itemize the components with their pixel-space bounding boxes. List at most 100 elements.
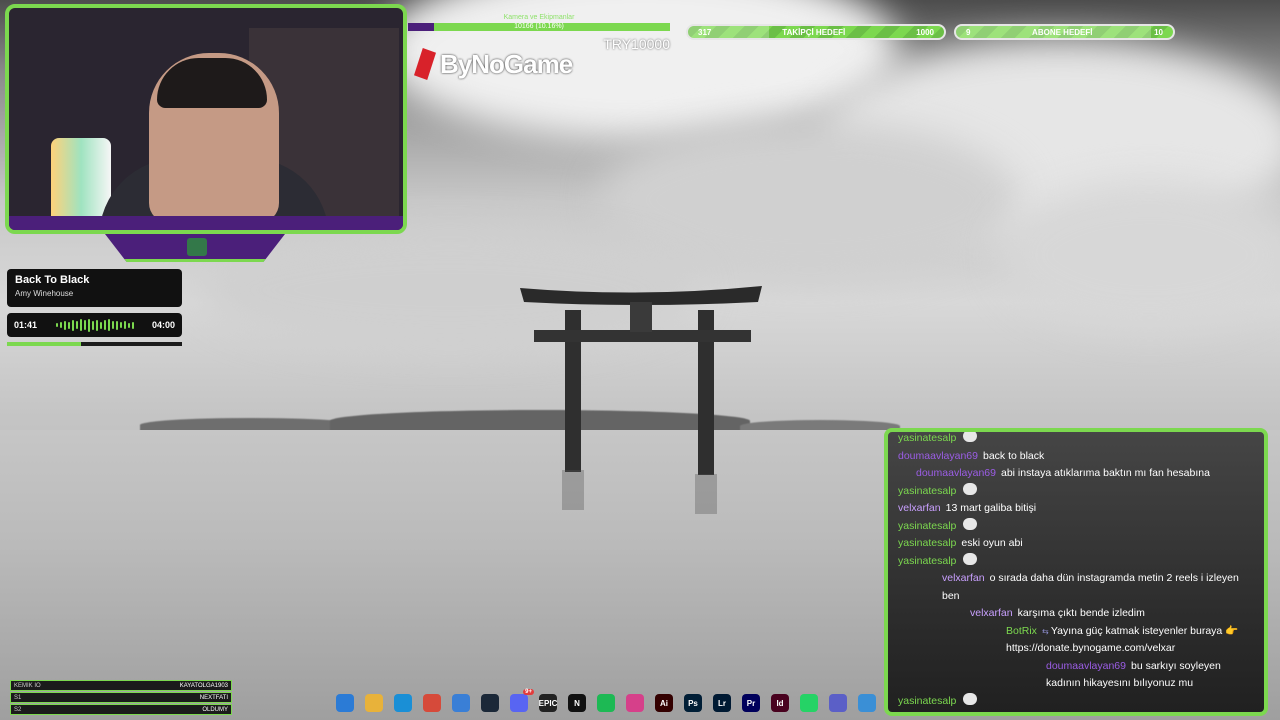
waveform-bar [107, 319, 110, 331]
leaderboard-label: KEMIK IO [14, 682, 41, 689]
chat-messages: yasinatesalp doumaavlayan69 back to black d… [898, 432, 1254, 711]
leaderboard-value: KAYATOLGA1903 [179, 682, 228, 689]
chat-message: doumaavlayan69 back to black [898, 448, 1254, 466]
chat-username[interactable]: yasinatesalp [898, 432, 956, 444]
now-playing-timeline: 01:41 04:00 [7, 313, 182, 337]
chat-emote-icon [963, 692, 978, 705]
file-explorer-icon[interactable] [365, 694, 383, 712]
chat-text: abi instaya atıklarıma baktın mı fan hes… [1000, 467, 1210, 479]
leaderboard-row: S2 OLDUMY [10, 704, 232, 715]
bynogame-logo: ByNoGame [414, 48, 573, 80]
waveform-bar [103, 320, 106, 330]
chat-text: o sırada daha dün instagramda metin 2 re… [942, 572, 1239, 602]
chat-username[interactable]: doumaavlayan69 [898, 450, 978, 462]
waveform-bar [87, 318, 90, 332]
waveform-bar [119, 322, 122, 328]
chat-username[interactable]: velxarfan [970, 607, 1013, 619]
waveform-bar [99, 321, 102, 329]
premiere-icon[interactable]: Pr [742, 694, 760, 712]
chat-message: yasinatesalp [898, 552, 1254, 571]
waveform-bar [83, 320, 86, 330]
chat-username[interactable]: yasinatesalp [898, 555, 956, 567]
kick-logo-icon [187, 238, 207, 256]
leaderboard-label: S2 [14, 706, 22, 713]
netflix-icon[interactable]: N [568, 694, 586, 712]
song-duration: 04:00 [151, 320, 175, 330]
chat-message: doumaavlayan69 abi instaya atıklarıma bak… [898, 465, 1254, 483]
chat-username[interactable]: doumaavlayan69 [1046, 660, 1126, 672]
waveform-bar [71, 319, 74, 331]
chat-emote-icon [963, 432, 978, 442]
bot-badge-icon: ⇆ [1041, 626, 1051, 636]
chat-text: eski oyun abi [961, 537, 1023, 549]
notification-badge: 9+ [523, 689, 534, 695]
leaderboard-row: KEMIK IO KAYATOLGA1903 [10, 680, 232, 691]
subscriber-goal-label: ABONE HEDEFİ [1032, 27, 1093, 37]
chat-username[interactable]: yasinatesalp [898, 520, 956, 532]
taskbar: 9+ EPIC N Ai Ps Lr Pr Id [336, 689, 876, 712]
chat-text: back to black [982, 449, 1045, 462]
chat-username[interactable]: doumaavlayan69 [916, 467, 996, 479]
waveform-bar [111, 321, 114, 329]
donation-goal-amount: TRY10000 [603, 36, 670, 52]
brand-name: ByNoGame [440, 48, 573, 79]
waveform-bar [63, 320, 66, 330]
waveform-bar [91, 320, 94, 330]
leaderboard-value: NEXTFATI [199, 694, 228, 701]
illustrator-icon[interactable]: Ai [655, 694, 673, 712]
chat-username[interactable]: BotRix [1006, 625, 1037, 637]
chrome-icon[interactable] [423, 694, 441, 712]
leaderboard-value: OLDUMY [202, 706, 228, 713]
chat-emote-icon [963, 517, 978, 530]
chat-username[interactable]: yasinatesalp [898, 695, 956, 707]
photoshop-icon[interactable]: Ps [684, 694, 702, 712]
donation-progress-text: 10166 (10.16%) [514, 23, 564, 30]
start-icon[interactable] [336, 694, 354, 712]
chat-message: velxarfan karşıma çıktı bende izledim [898, 605, 1254, 623]
discord-icon[interactable]: 9+ [510, 689, 534, 712]
chat-username[interactable]: yasinatesalp [898, 485, 956, 497]
spotify-icon[interactable] [597, 694, 615, 712]
whatsapp-icon[interactable] [800, 694, 818, 712]
chat-username[interactable]: velxarfan [942, 572, 985, 584]
subscriber-goal-target: 10 [1154, 27, 1163, 37]
chat-message: yasinatesalp eski oyun abi [898, 535, 1254, 553]
song-title: Back To Black [15, 274, 90, 286]
chat-message: yasinatesalp [898, 692, 1254, 711]
steam-icon[interactable] [481, 694, 499, 712]
donation-progress-bar: 10166 (10.16%) [408, 23, 670, 31]
store-icon[interactable] [452, 694, 470, 712]
leaderboard-label: S1 [14, 694, 22, 701]
lightroom-icon[interactable]: Lr [713, 694, 731, 712]
follower-goal-target: 1000 [916, 27, 934, 37]
chat-text: karşıma çıktı bende izledim [1017, 607, 1145, 619]
app-icon[interactable] [858, 694, 876, 712]
waveform-bar [127, 322, 130, 328]
chat-emote-icon [963, 552, 978, 565]
waveform-bar [75, 321, 78, 329]
song-artist: Amy Winehouse [15, 289, 74, 298]
instagram-icon[interactable] [626, 694, 644, 712]
subscriber-goal-current: 9 [966, 27, 971, 37]
song-elapsed: 01:41 [14, 320, 38, 330]
chat-username[interactable]: velxarfan [898, 502, 941, 514]
bynogame-mark-icon [414, 48, 436, 80]
waveform-bar [59, 322, 62, 328]
indesign-icon[interactable]: Id [771, 694, 789, 712]
waveform-bar [67, 321, 70, 329]
leaderboard: KEMIK IO KAYATOLGA1903 S1 NEXTFATI S2 OL… [10, 680, 232, 716]
song-progress-bar [7, 342, 182, 346]
epic-games-icon[interactable]: EPIC [539, 694, 557, 712]
chat-text: Yayına güç katmak isteyenler buraya 👉 ht… [1006, 624, 1239, 655]
chat-panel: yasinatesalp doumaavlayan69 back to black d… [884, 428, 1268, 716]
webcam-frame [5, 4, 407, 234]
chat-message: velxarfan 13 mart galiba bitişi [898, 500, 1254, 518]
follower-goal-current: 317 [698, 27, 712, 37]
webcam-tab [105, 234, 285, 262]
chat-username[interactable]: yasinatesalp [898, 537, 956, 549]
teams-icon[interactable] [829, 694, 847, 712]
chat-text: 13 mart galiba bitişi [945, 502, 1037, 514]
chat-message: velxarfan o sırada daha dün instagramda m… [898, 570, 1254, 605]
now-playing-card: Back To Black Amy Winehouse [7, 269, 182, 307]
edge-icon[interactable] [394, 694, 412, 712]
